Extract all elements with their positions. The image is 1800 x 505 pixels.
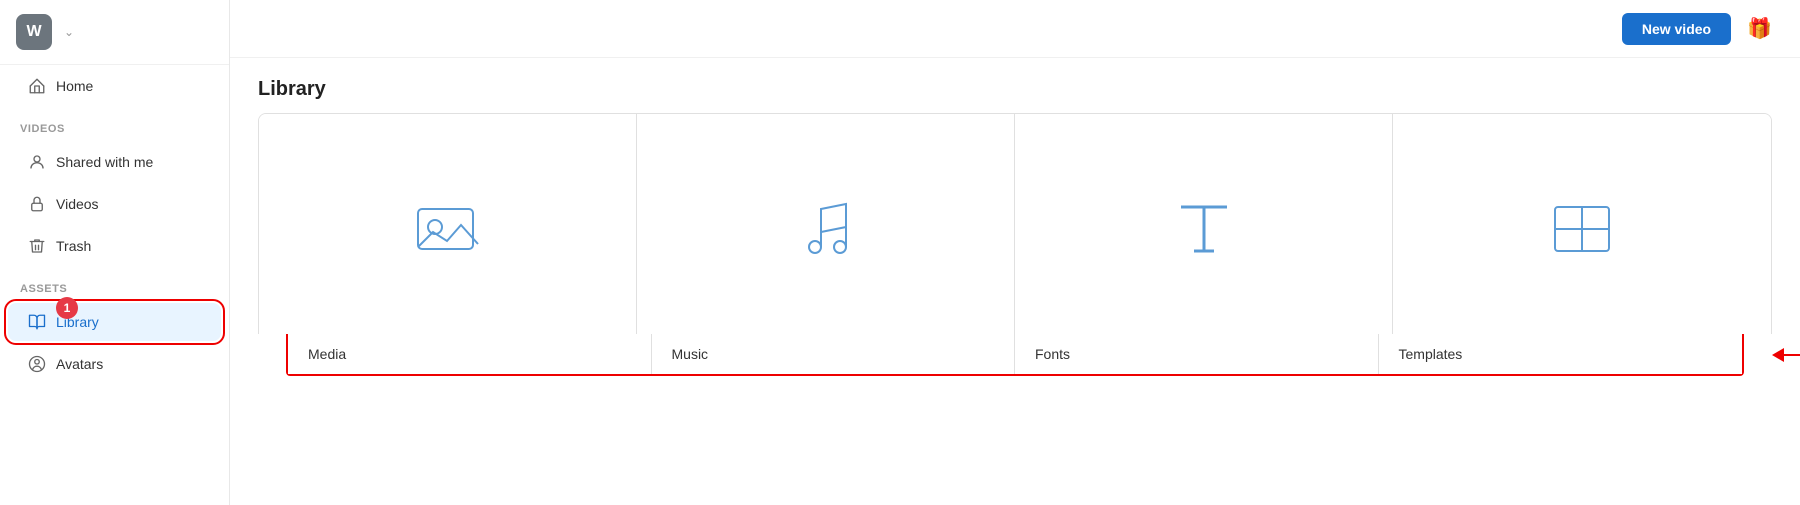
fonts-icon bbox=[1169, 144, 1239, 314]
sidebar-item-videos[interactable]: Videos bbox=[8, 185, 221, 223]
sidebar-item-shared[interactable]: Shared with me bbox=[8, 143, 221, 181]
sidebar-item-label: Avatars bbox=[56, 356, 103, 372]
new-video-button[interactable]: New video bbox=[1622, 13, 1731, 45]
library-badge: 1 bbox=[56, 297, 78, 319]
music-label[interactable]: Music bbox=[652, 334, 1016, 374]
chevron-down-icon[interactable]: ⌄ bbox=[64, 25, 74, 39]
sidebar-item-avatars[interactable]: Avatars bbox=[8, 345, 221, 383]
sidebar-item-label: Home bbox=[56, 78, 93, 94]
arrow-line bbox=[1784, 354, 1800, 356]
templates-label[interactable]: Templates bbox=[1379, 334, 1743, 374]
templates-icon bbox=[1547, 144, 1617, 314]
page-header: Library bbox=[230, 58, 1800, 113]
gift-icon[interactable]: 🎁 bbox=[1743, 12, 1776, 45]
sidebar-header: W ⌄ bbox=[0, 0, 229, 65]
media-label[interactable]: Media bbox=[288, 334, 652, 374]
arrow-head bbox=[1772, 348, 1784, 362]
page-title: Library bbox=[258, 78, 1772, 101]
book-open-icon bbox=[28, 313, 46, 331]
fonts-card[interactable] bbox=[1015, 114, 1393, 334]
labels-row: Media Music Fonts Templates bbox=[286, 334, 1744, 376]
sidebar-item-label: Videos bbox=[56, 196, 99, 212]
cards-grid bbox=[258, 113, 1772, 334]
logo[interactable]: W bbox=[16, 14, 52, 50]
sidebar-item-library[interactable]: 1 Library bbox=[8, 303, 221, 341]
media-card[interactable] bbox=[259, 114, 637, 334]
cards-area: Media Music Fonts Templates bbox=[230, 113, 1800, 505]
sidebar: W ⌄ Home Videos Shared with me Videos bbox=[0, 0, 230, 505]
sidebar-item-trash[interactable]: Trash bbox=[8, 227, 221, 265]
templates-card[interactable] bbox=[1393, 114, 1771, 334]
lock-icon bbox=[28, 195, 46, 213]
music-icon bbox=[791, 144, 861, 314]
fonts-label[interactable]: Fonts bbox=[1015, 334, 1379, 374]
top-bar: New video 🎁 bbox=[230, 0, 1800, 58]
sidebar-item-home[interactable]: Home bbox=[8, 67, 221, 105]
sidebar-item-label: Shared with me bbox=[56, 154, 153, 170]
sidebar-item-label: Trash bbox=[56, 238, 91, 254]
user-circle-icon bbox=[28, 355, 46, 373]
home-icon bbox=[28, 77, 46, 95]
media-icon bbox=[413, 144, 483, 314]
videos-section-label: Videos bbox=[0, 107, 229, 141]
person-icon bbox=[28, 153, 46, 171]
labels-row-wrapper: Media Music Fonts Templates bbox=[286, 334, 1744, 376]
assets-section-label: Assets bbox=[0, 267, 229, 301]
arrow-annotation bbox=[1772, 348, 1800, 362]
trash-icon bbox=[28, 237, 46, 255]
main-content: New video 🎁 Library bbox=[230, 0, 1800, 505]
music-card[interactable] bbox=[637, 114, 1015, 334]
